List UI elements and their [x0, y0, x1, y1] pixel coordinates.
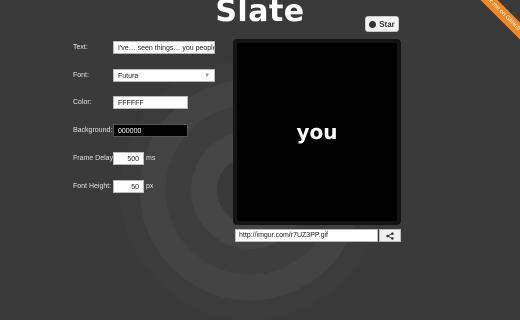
- text-input[interactable]: I've… seen things… you people wo: [113, 41, 215, 54]
- color-input[interactable]: FFFFFF: [113, 96, 188, 109]
- font-height-unit: px: [146, 183, 154, 190]
- chevron-down-icon: ▼: [204, 73, 210, 79]
- frame-delay-label: Frame Delay:: [73, 155, 116, 162]
- frame-delay-input[interactable]: 500: [113, 152, 144, 165]
- gif-url-field[interactable]: http://imgur.com/r7UZ3PP.gif: [235, 229, 378, 242]
- background-input[interactable]: 000000: [113, 124, 188, 137]
- github-star-button[interactable]: Star: [365, 16, 399, 32]
- font-height-input[interactable]: 50: [113, 180, 144, 193]
- font-select[interactable]: Futura ▼: [113, 69, 215, 82]
- background-label: Background:: [73, 127, 113, 134]
- star-label: Star: [379, 19, 395, 29]
- preview-word: you: [296, 120, 338, 144]
- share-button[interactable]: [379, 229, 401, 242]
- frame-delay-unit: ms: [146, 155, 156, 162]
- font-height-label: Font Height:: [73, 183, 112, 190]
- font-label: Font:: [73, 72, 89, 79]
- gif-preview-panel: you: [233, 39, 401, 225]
- font-select-value: Futura: [118, 73, 139, 80]
- color-label: Color:: [73, 99, 92, 106]
- github-icon: [369, 20, 377, 28]
- text-label: Text:: [73, 44, 88, 51]
- app-title: Slate: [215, 0, 305, 29]
- share-icon: [386, 231, 394, 240]
- gif-preview-canvas: you: [237, 43, 397, 221]
